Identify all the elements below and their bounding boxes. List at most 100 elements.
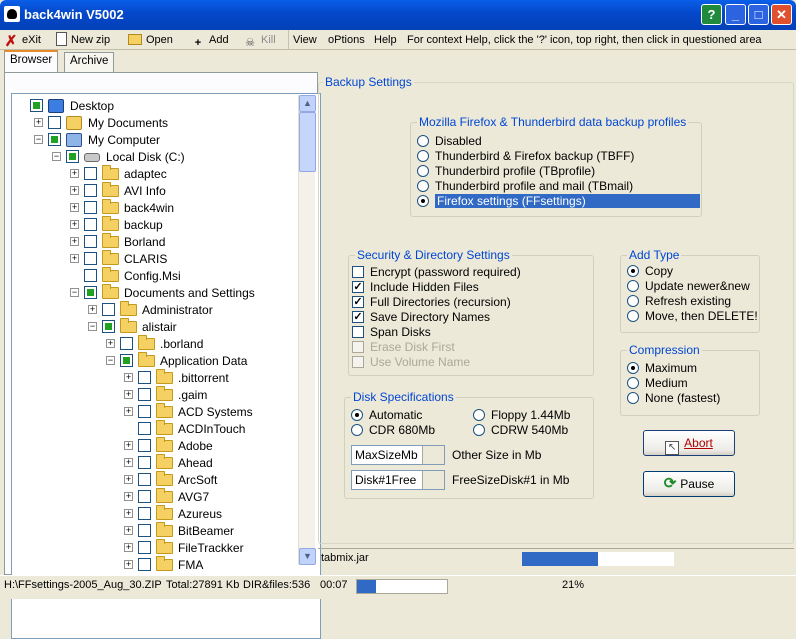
tree-node[interactable]: − Local Disk (C:) <box>12 149 302 166</box>
expand-icon[interactable]: + <box>70 169 79 178</box>
menu-exit[interactable]: ✗ eXit <box>4 32 41 49</box>
collapse-icon[interactable]: − <box>52 152 61 161</box>
radio-button[interactable] <box>627 310 639 322</box>
checkbox[interactable] <box>352 266 364 278</box>
radio-button[interactable] <box>417 180 429 192</box>
tree-node[interactable]: + ArcSoft <box>12 471 302 489</box>
tree-checkbox[interactable] <box>30 99 43 112</box>
expand-icon[interactable]: + <box>34 118 43 127</box>
tree-checkbox[interactable] <box>48 133 61 146</box>
expand-icon[interactable]: + <box>124 475 133 484</box>
folder-tree[interactable]: Desktop + My Documents − My Computer − Local D… <box>11 93 321 639</box>
tab-browser[interactable]: Browser <box>4 50 59 72</box>
tree-checkbox[interactable] <box>84 167 97 180</box>
expand-icon[interactable]: + <box>124 560 133 569</box>
radio-button[interactable] <box>627 362 639 374</box>
expand-icon[interactable]: + <box>88 305 97 314</box>
radio-button[interactable] <box>351 409 363 421</box>
checkbox[interactable]: ✓ <box>352 311 364 323</box>
collapse-icon[interactable]: − <box>88 322 97 331</box>
expand-icon[interactable]: + <box>124 441 133 450</box>
menu-help[interactable]: Help <box>374 32 397 48</box>
expand-icon[interactable]: + <box>70 254 79 263</box>
max-size-input[interactable]: MaxSizeMb <box>351 445 445 465</box>
collapse-icon[interactable]: − <box>34 135 43 144</box>
tree-node[interactable]: + Azureus <box>12 505 302 523</box>
tree-node[interactable]: + Administrator <box>12 301 302 319</box>
expand-icon[interactable]: + <box>124 509 133 518</box>
menu-options[interactable]: oPtions <box>328 32 365 48</box>
tree-checkbox[interactable] <box>138 490 151 503</box>
tree-checkbox[interactable] <box>138 405 151 418</box>
close-button[interactable]: ✕ <box>771 4 792 25</box>
tree-checkbox[interactable] <box>102 320 115 333</box>
tree-checkbox[interactable] <box>138 422 151 435</box>
maximize-button[interactable]: □ <box>748 4 769 25</box>
tree-checkbox[interactable] <box>138 507 151 520</box>
expand-icon[interactable]: + <box>124 458 133 467</box>
tree-checkbox[interactable] <box>84 218 97 231</box>
minimize-button[interactable]: _ <box>725 4 746 25</box>
tree-checkbox[interactable] <box>84 184 97 197</box>
tab-archive[interactable]: Archive <box>64 52 115 72</box>
tree-checkbox[interactable] <box>84 235 97 248</box>
tree-node[interactable]: + CLARIS <box>12 250 302 268</box>
scroll-thumb[interactable] <box>299 112 316 172</box>
help-button[interactable]: ? <box>701 4 722 25</box>
checkbox[interactable]: ✓ <box>352 281 364 293</box>
tree-node[interactable]: + BitBeamer <box>12 522 302 540</box>
tree-checkbox[interactable] <box>138 541 151 554</box>
expand-icon[interactable]: + <box>124 492 133 501</box>
radio-button[interactable] <box>627 392 639 404</box>
radio-button[interactable] <box>473 424 485 436</box>
radio-button[interactable] <box>417 135 429 147</box>
expand-icon[interactable]: + <box>70 220 79 229</box>
tree-checkbox[interactable] <box>48 116 61 129</box>
tree-checkbox[interactable] <box>84 201 97 214</box>
free-size-spinner[interactable] <box>422 471 444 489</box>
tree-node[interactable]: + Adobe <box>12 437 302 455</box>
expand-icon[interactable]: + <box>124 373 133 382</box>
abort-button[interactable]: ↖ Abort <box>643 430 735 456</box>
menu-view[interactable]: View <box>293 32 317 48</box>
tree-checkbox[interactable] <box>84 252 97 265</box>
tree-node[interactable]: + AVG7 <box>12 488 302 506</box>
expand-icon[interactable]: + <box>70 203 79 212</box>
tree-node[interactable]: + backup <box>12 216 302 234</box>
tree-checkbox[interactable] <box>102 303 115 316</box>
tree-checkbox[interactable] <box>138 439 151 452</box>
radio-button[interactable] <box>417 165 429 177</box>
tree-checkbox[interactable] <box>66 150 79 163</box>
tree-checkbox[interactable] <box>138 456 151 469</box>
app-icon[interactable] <box>4 6 20 22</box>
menu-add[interactable]: + Add <box>191 32 229 49</box>
radio-button[interactable] <box>417 195 429 207</box>
tree-checkbox[interactable] <box>138 388 151 401</box>
collapse-icon[interactable]: − <box>106 356 115 365</box>
expand-icon[interactable]: + <box>70 237 79 246</box>
radio-button[interactable] <box>627 265 639 277</box>
title-bar[interactable]: back4win V5002 ? _ □ ✕ <box>0 0 796 30</box>
tree-checkbox[interactable] <box>84 269 97 282</box>
max-size-spinner[interactable] <box>422 446 444 464</box>
checkbox[interactable]: ✓ <box>352 296 364 308</box>
tree-checkbox[interactable] <box>138 473 151 486</box>
tree-node[interactable]: + Borland <box>12 233 302 251</box>
radio-button[interactable] <box>627 377 639 389</box>
menu-kill[interactable]: ☠ Kill <box>243 32 276 49</box>
scroll-up-arrow[interactable]: ▲ <box>299 95 316 112</box>
tree-checkbox[interactable] <box>120 337 133 350</box>
tree-node[interactable]: + adaptec <box>12 165 302 183</box>
expand-icon[interactable]: + <box>124 526 133 535</box>
tree-checkbox[interactable] <box>138 524 151 537</box>
tree-node[interactable]: + ACD Systems <box>12 403 302 421</box>
radio-button[interactable] <box>627 295 639 307</box>
free-size-input[interactable]: Disk#1Free <box>351 470 445 490</box>
tree-node[interactable]: − My Computer <box>12 132 302 149</box>
checkbox[interactable] <box>352 326 364 338</box>
tree-node[interactable]: + FMA <box>12 556 302 574</box>
tree-node[interactable]: Desktop <box>12 98 302 115</box>
tree-node[interactable]: + back4win <box>12 199 302 217</box>
tree-scrollbar[interactable]: ▲ ▼ <box>298 95 316 565</box>
expand-icon[interactable]: + <box>70 186 79 195</box>
